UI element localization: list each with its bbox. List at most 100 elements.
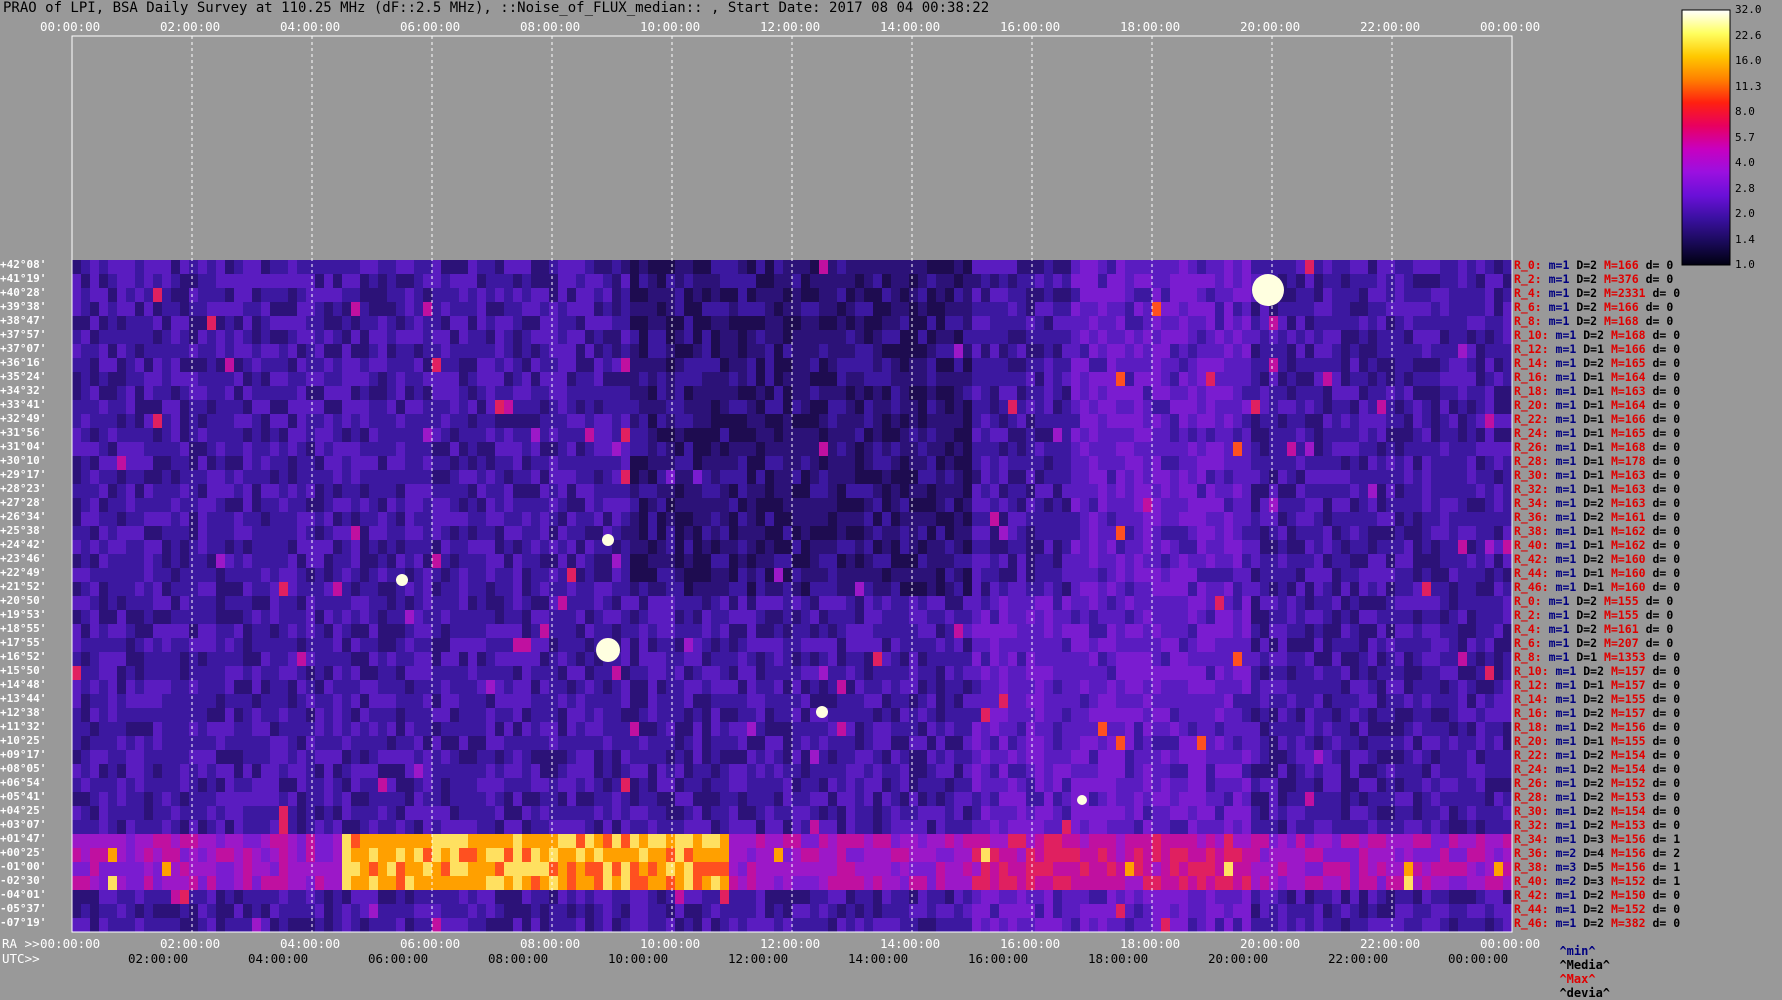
heatmap-cell — [864, 484, 874, 499]
heatmap-cell — [1116, 372, 1126, 387]
heatmap-cell — [1188, 316, 1198, 331]
heatmap-cell — [1251, 344, 1261, 359]
heatmap-cell — [207, 680, 217, 695]
heatmap-cell — [135, 400, 145, 415]
heatmap-cell — [1134, 680, 1144, 695]
heatmap-cell — [1035, 666, 1045, 681]
heatmap-cell — [1503, 330, 1513, 345]
heatmap-cell — [747, 316, 757, 331]
heatmap-cell — [459, 512, 469, 527]
heatmap-cell — [567, 344, 577, 359]
heatmap-cell — [1422, 386, 1432, 401]
heatmap-cell — [1494, 568, 1504, 583]
heatmap-cell — [1449, 568, 1459, 583]
heatmap-cell — [1404, 638, 1414, 653]
heatmap-cell — [1449, 456, 1459, 471]
heatmap-cell — [603, 316, 613, 331]
heatmap-cell — [693, 666, 703, 681]
heatmap-cell — [630, 358, 640, 373]
heatmap-cell — [423, 260, 433, 275]
heatmap-cell — [1440, 680, 1450, 695]
heatmap-cell — [333, 624, 343, 639]
heatmap-cell — [1413, 554, 1423, 569]
heatmap-cell — [594, 386, 604, 401]
heatmap-cell — [603, 610, 613, 625]
heatmap-cell — [1008, 498, 1018, 513]
heatmap-cell — [1071, 652, 1081, 667]
heatmap-cell — [864, 498, 874, 513]
heatmap-cell — [990, 596, 1000, 611]
heatmap-cell — [540, 540, 550, 555]
heatmap-cell — [1143, 596, 1153, 611]
heatmap-cell — [1395, 288, 1405, 303]
heatmap-cell — [1233, 554, 1243, 569]
heatmap-cell — [963, 316, 973, 331]
heatmap-cell — [549, 680, 559, 695]
heatmap-cell — [477, 288, 487, 303]
heatmap-cell — [657, 652, 667, 667]
heatmap-cell — [1503, 400, 1513, 415]
heatmap-cell — [1323, 330, 1333, 345]
heatmap-cell — [1008, 372, 1018, 387]
heatmap-cell — [81, 484, 91, 499]
heatmap-cell — [981, 456, 991, 471]
heatmap-cell — [855, 414, 865, 429]
heatmap-cell — [522, 372, 532, 387]
heatmap-cell — [1440, 288, 1450, 303]
heatmap-cell — [1224, 442, 1234, 457]
heatmap-cell — [378, 568, 388, 583]
heatmap-cell — [360, 638, 370, 653]
heatmap-cell — [423, 400, 433, 415]
heatmap-cell — [414, 414, 424, 429]
heatmap-cell — [315, 260, 325, 275]
heatmap-cell — [1242, 582, 1252, 597]
heatmap-cell — [198, 596, 208, 611]
heatmap-cell — [1467, 610, 1477, 625]
heatmap-cell — [378, 330, 388, 345]
heatmap-cell — [90, 442, 100, 457]
heatmap-cell — [171, 372, 181, 387]
heatmap-cell — [1206, 330, 1216, 345]
heatmap-cell — [270, 456, 280, 471]
heatmap-cell — [1296, 568, 1306, 583]
heatmap-cell — [1287, 512, 1297, 527]
heatmap-cell — [1161, 610, 1171, 625]
heatmap-cell — [864, 456, 874, 471]
heatmap-cell — [1467, 638, 1477, 653]
heatmap-cell — [378, 358, 388, 373]
heatmap-cell — [720, 274, 730, 289]
heatmap-cell — [207, 554, 217, 569]
heatmap-cell — [486, 666, 496, 681]
heatmap-cell — [135, 540, 145, 555]
heatmap-cell — [1413, 582, 1423, 597]
heatmap-cell — [162, 442, 172, 457]
heatmap-cell — [1413, 596, 1423, 611]
heatmap-cell — [1224, 470, 1234, 485]
heatmap-cell — [837, 428, 847, 443]
heatmap-cell — [72, 358, 82, 373]
heatmap-cell — [234, 316, 244, 331]
heatmap-cell — [1251, 414, 1261, 429]
heatmap-cell — [855, 316, 865, 331]
heatmap-cell — [450, 456, 460, 471]
heatmap-cell — [1179, 554, 1189, 569]
heatmap-cell — [1404, 400, 1414, 415]
heatmap-cell — [1116, 526, 1126, 541]
heatmap-cell — [1458, 582, 1468, 597]
heatmap-cell — [927, 316, 937, 331]
heatmap-cell — [72, 540, 82, 555]
heatmap-cell — [1008, 638, 1018, 653]
heatmap-cell — [1080, 624, 1090, 639]
heatmap-cell — [126, 498, 136, 513]
heatmap-cell — [828, 288, 838, 303]
heatmap-cell — [1440, 568, 1450, 583]
heatmap-cell — [1224, 358, 1234, 373]
heatmap-cell — [153, 554, 163, 569]
heatmap-cell — [1476, 582, 1486, 597]
heatmap-cell — [315, 582, 325, 597]
heatmap-cell — [495, 666, 505, 681]
heatmap-cell — [621, 512, 631, 527]
heatmap-cell — [558, 414, 568, 429]
heatmap-cell — [621, 638, 631, 653]
heatmap-cell — [738, 330, 748, 345]
